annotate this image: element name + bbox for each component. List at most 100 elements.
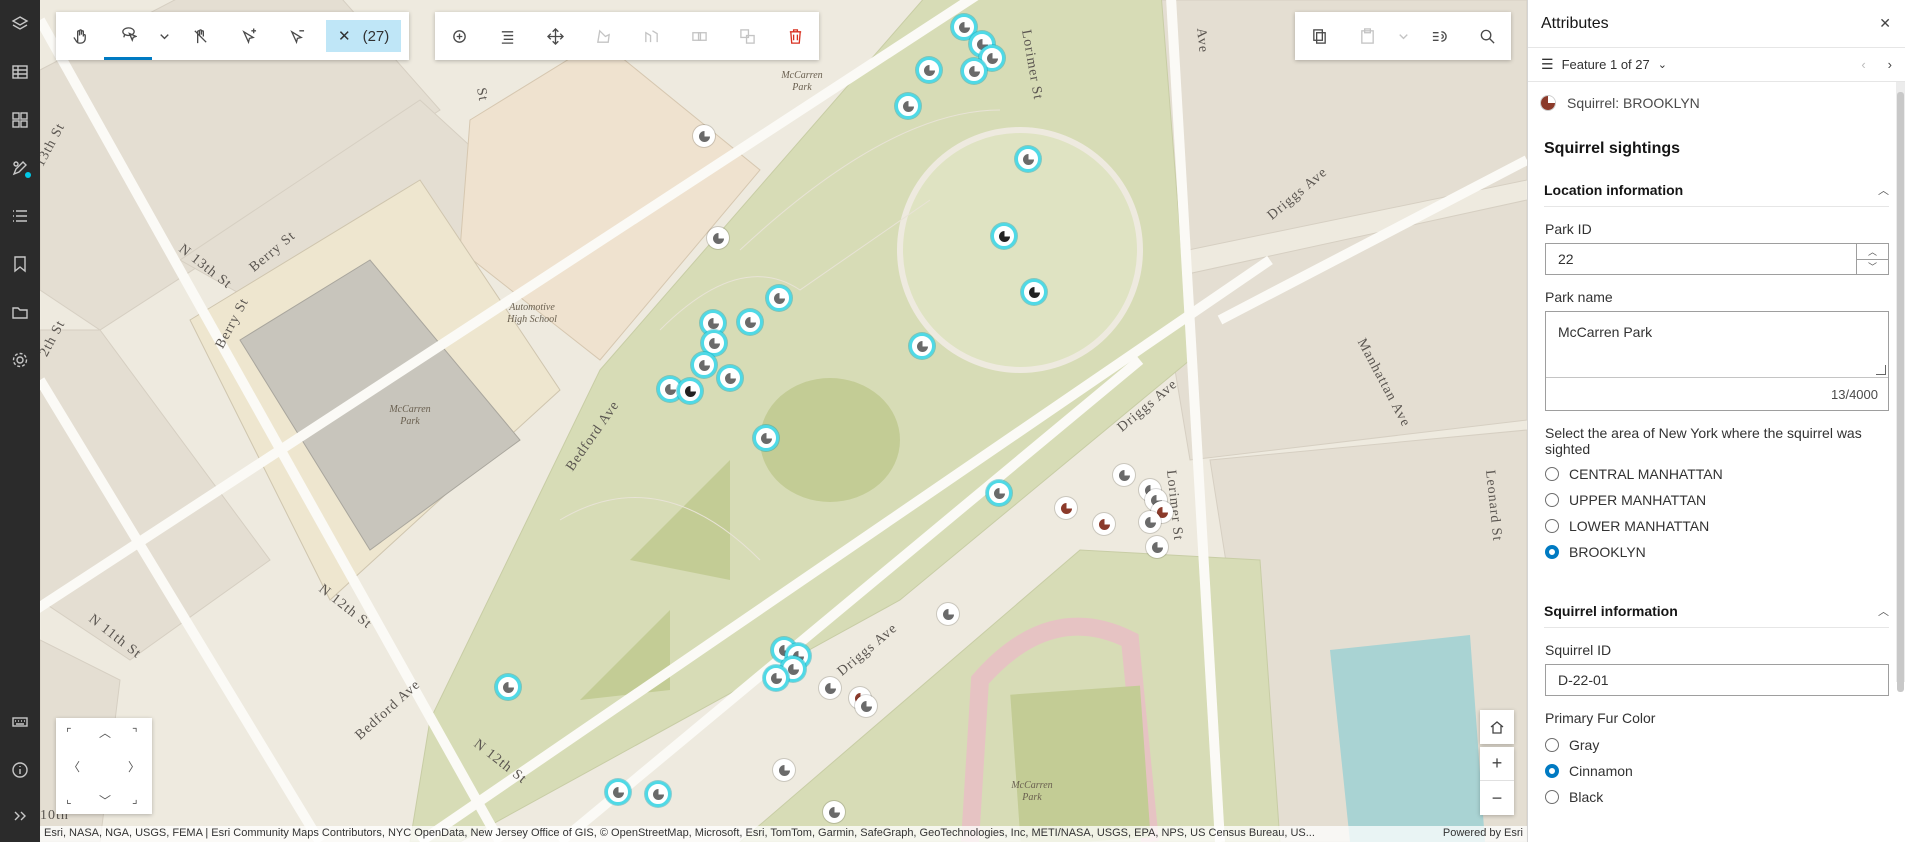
sighting-marker[interactable] bbox=[1139, 511, 1161, 533]
radio-button[interactable] bbox=[1545, 493, 1559, 507]
radio-option[interactable]: UPPER MANHATTAN bbox=[1528, 487, 1905, 513]
chevron-down-icon[interactable]: ⌄ bbox=[1658, 58, 1667, 71]
settings-icon[interactable] bbox=[0, 340, 40, 380]
powered-by[interactable]: Powered by Esri bbox=[1443, 827, 1523, 839]
sighting-marker[interactable] bbox=[693, 125, 715, 147]
snapping-icon[interactable] bbox=[1415, 12, 1463, 60]
add-icon[interactable] bbox=[435, 12, 483, 60]
clear-selection-icon[interactable]: ✕ bbox=[338, 27, 351, 45]
chevron-up-icon[interactable]: ︿ bbox=[1878, 603, 1889, 619]
bookmark-icon[interactable] bbox=[0, 244, 40, 284]
sighting-marker[interactable] bbox=[1093, 513, 1115, 535]
info-icon[interactable] bbox=[0, 750, 40, 790]
radio-button[interactable] bbox=[1545, 467, 1559, 481]
sighting-marker-selected[interactable] bbox=[495, 674, 521, 700]
radio-button[interactable] bbox=[1545, 545, 1559, 559]
panel-scrollbar[interactable] bbox=[1896, 82, 1905, 692]
sighting-marker-selected[interactable] bbox=[991, 223, 1017, 249]
edit-icon[interactable] bbox=[0, 148, 40, 188]
paste-icon[interactable] bbox=[1343, 12, 1391, 60]
number-stepper[interactable]: ︿ ﹀ bbox=[1856, 244, 1888, 274]
sighting-marker-selected[interactable] bbox=[895, 93, 921, 119]
chevron-up-icon[interactable]: ︿ bbox=[1878, 182, 1889, 198]
keyboard-icon[interactable] bbox=[0, 702, 40, 742]
sighting-marker[interactable] bbox=[937, 603, 959, 625]
sighting-marker-selected[interactable] bbox=[1015, 146, 1041, 172]
copy-icon[interactable] bbox=[1295, 12, 1343, 60]
pan-right-icon[interactable]: 〉 bbox=[128, 758, 140, 775]
radio-option[interactable]: Cinnamon bbox=[1528, 758, 1905, 784]
search-icon[interactable] bbox=[1463, 12, 1511, 60]
selection-count-chip[interactable]: ✕ (27) bbox=[326, 20, 402, 52]
sighting-marker-selected[interactable] bbox=[691, 352, 717, 378]
reshape-icon[interactable] bbox=[579, 12, 627, 60]
pan-icon[interactable] bbox=[56, 12, 104, 60]
decrement-icon[interactable]: ﹀ bbox=[1857, 260, 1888, 275]
radio-option[interactable]: CENTRAL MANHATTAN bbox=[1528, 461, 1905, 487]
move-icon[interactable] bbox=[531, 12, 579, 60]
previous-feature-icon[interactable]: ‹ bbox=[1861, 57, 1865, 72]
lasso-select-icon[interactable] bbox=[104, 12, 152, 60]
zoom-out-icon[interactable]: − bbox=[1480, 781, 1514, 815]
copy-features-icon[interactable] bbox=[723, 12, 771, 60]
add-selection-icon[interactable] bbox=[224, 12, 272, 60]
sighting-marker[interactable] bbox=[855, 695, 877, 717]
pan-left-icon[interactable]: 〈 bbox=[68, 758, 80, 775]
chevron-down-icon[interactable] bbox=[152, 12, 176, 60]
split-icon[interactable] bbox=[627, 12, 675, 60]
radio-button[interactable] bbox=[1545, 790, 1559, 804]
sighting-marker[interactable] bbox=[707, 227, 729, 249]
next-feature-icon[interactable]: › bbox=[1888, 57, 1892, 72]
squirrel-group-header[interactable]: Squirrel information ︿ bbox=[1544, 595, 1889, 628]
chevron-down-icon[interactable] bbox=[1391, 12, 1415, 60]
map-view[interactable]: 13th St 2th St N 13th St Berry St Berry … bbox=[40, 0, 1527, 842]
lasso-deselect-icon[interactable] bbox=[176, 12, 224, 60]
pan-sw-icon[interactable]: ⌞ bbox=[66, 792, 72, 806]
increment-icon[interactable]: ︿ bbox=[1857, 244, 1888, 260]
pan-down-icon[interactable]: ﹀ bbox=[99, 792, 111, 809]
remove-selection-icon[interactable] bbox=[272, 12, 320, 60]
sighting-marker-selected[interactable] bbox=[645, 781, 671, 807]
sighting-marker-selected[interactable] bbox=[677, 378, 703, 404]
sighting-marker-selected[interactable] bbox=[763, 665, 789, 691]
layers-icon[interactable] bbox=[0, 4, 40, 44]
folder-icon[interactable] bbox=[0, 292, 40, 332]
sighting-marker-selected[interactable] bbox=[1021, 279, 1047, 305]
sighting-marker-selected[interactable] bbox=[909, 333, 935, 359]
attributes-icon[interactable] bbox=[483, 12, 531, 60]
sighting-marker[interactable] bbox=[1113, 464, 1135, 486]
resize-handle-icon[interactable] bbox=[1876, 365, 1886, 375]
grid-icon[interactable] bbox=[0, 100, 40, 140]
sighting-marker[interactable] bbox=[823, 801, 845, 823]
feature-counter[interactable]: Feature 1 of 27 bbox=[1562, 57, 1650, 72]
park-id-input[interactable]: 22 ︿ ﹀ bbox=[1545, 243, 1889, 275]
location-group-header[interactable]: Location information ︿ bbox=[1544, 174, 1889, 207]
sighting-marker-selected[interactable] bbox=[986, 480, 1012, 506]
radio-option[interactable]: Gray bbox=[1528, 732, 1905, 758]
sighting-marker-selected[interactable] bbox=[916, 57, 942, 83]
radio-option[interactable]: LOWER MANHATTAN bbox=[1528, 513, 1905, 539]
expand-icon[interactable] bbox=[0, 796, 40, 836]
radio-button[interactable] bbox=[1545, 738, 1559, 752]
pan-nw-icon[interactable]: ⌜ bbox=[66, 726, 72, 740]
table-icon[interactable] bbox=[0, 52, 40, 92]
merge-icon[interactable] bbox=[675, 12, 723, 60]
radio-option[interactable]: BROOKLYN bbox=[1528, 539, 1905, 565]
radio-option[interactable]: Black bbox=[1528, 784, 1905, 810]
sighting-marker[interactable] bbox=[773, 759, 795, 781]
list-icon[interactable]: ☰ bbox=[1541, 56, 1554, 73]
squirrel-id-input[interactable]: D-22-01 bbox=[1545, 664, 1889, 696]
scrollbar-thumb[interactable] bbox=[1897, 92, 1904, 692]
delete-icon[interactable] bbox=[771, 12, 819, 60]
sighting-marker-selected[interactable] bbox=[961, 58, 987, 84]
sighting-marker-selected[interactable] bbox=[717, 365, 743, 391]
zoom-in-icon[interactable]: + bbox=[1480, 747, 1514, 781]
pan-ne-icon[interactable]: ⌝ bbox=[132, 726, 138, 740]
park-name-textarea[interactable]: McCarren Park 13/4000 bbox=[1545, 311, 1889, 411]
sighting-marker[interactable] bbox=[1146, 536, 1168, 558]
list-icon[interactable] bbox=[0, 196, 40, 236]
home-icon[interactable] bbox=[1480, 710, 1514, 744]
sighting-marker-selected[interactable] bbox=[737, 309, 763, 335]
sighting-marker[interactable] bbox=[1055, 497, 1077, 519]
sighting-marker-selected[interactable] bbox=[753, 425, 779, 451]
